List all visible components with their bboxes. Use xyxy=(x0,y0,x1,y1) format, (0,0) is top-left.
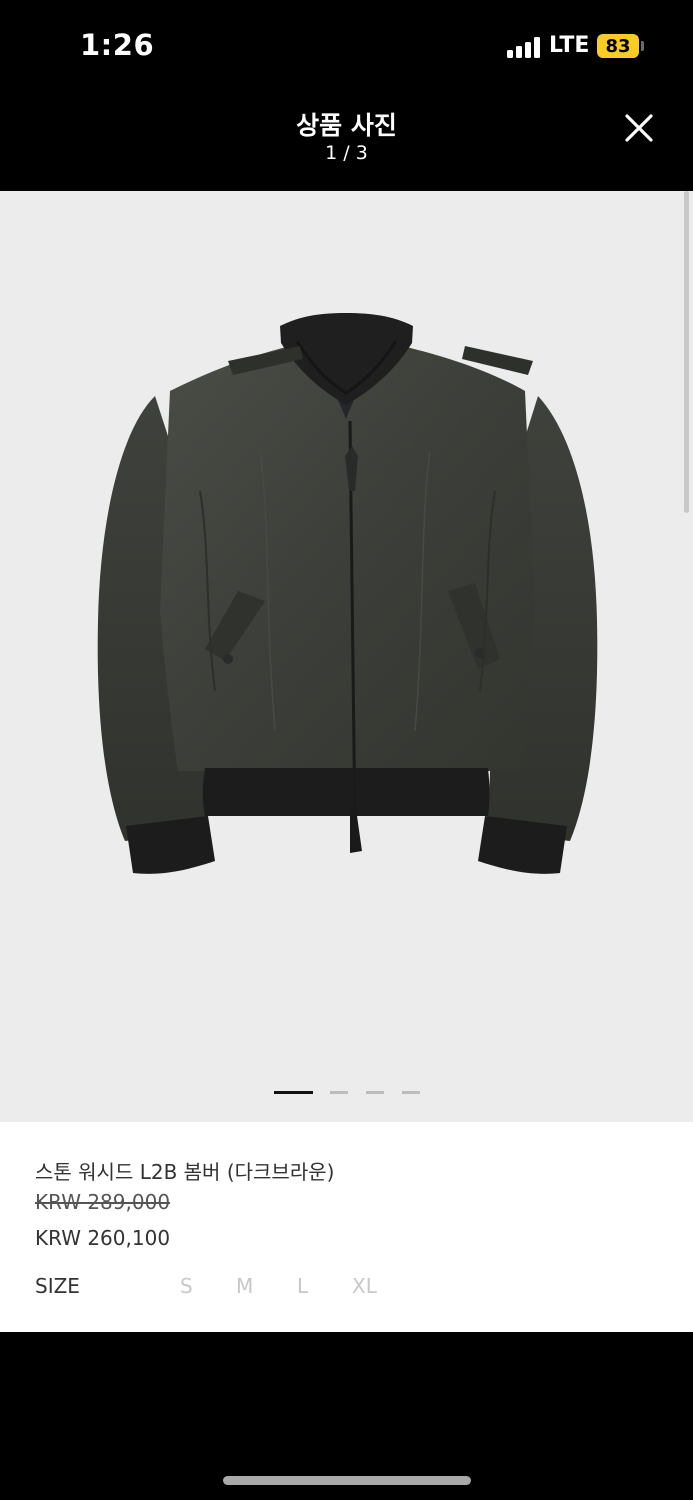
product-photo xyxy=(97,313,598,874)
product-photo-gallery[interactable] xyxy=(0,191,693,1122)
close-button[interactable] xyxy=(620,109,658,147)
status-time: 1:26 xyxy=(80,28,155,62)
product-name: 스톤 워시드 L2B 봄버 (다크브라운) xyxy=(35,1160,335,1184)
size-option-s[interactable]: S xyxy=(180,1274,193,1298)
battery-tip xyxy=(641,41,644,51)
page-indicator-1[interactable] xyxy=(274,1091,313,1094)
page-indicator-4[interactable] xyxy=(402,1091,420,1094)
original-price: KRW 289,000 xyxy=(35,1190,171,1214)
scrollbar-thumb[interactable] xyxy=(684,191,689,513)
size-label: SIZE xyxy=(35,1274,80,1298)
home-indicator[interactable] xyxy=(223,1476,471,1485)
close-icon xyxy=(625,114,653,142)
sale-price: KRW 260,100 xyxy=(35,1226,171,1250)
size-option-xl[interactable]: XL xyxy=(352,1274,377,1298)
page-title: 상품 사진 xyxy=(296,111,397,140)
network-type: LTE xyxy=(549,33,590,58)
product-info-panel: 스톤 워시드 L2B 봄버 (다크브라운) KRW 289,000 KRW 26… xyxy=(0,1122,693,1332)
size-option-l[interactable]: L xyxy=(297,1274,308,1298)
page-indicator-3[interactable] xyxy=(366,1091,384,1094)
page-indicator-2[interactable] xyxy=(330,1091,348,1094)
size-option-m[interactable]: M xyxy=(236,1274,253,1298)
photo-counter: 1 / 3 xyxy=(325,142,368,164)
battery-level: 83 xyxy=(605,35,631,57)
cellular-signal-icon xyxy=(507,36,543,58)
battery-icon: 83 xyxy=(597,34,639,58)
photo-viewer-header: 상품 사진 1 / 3 xyxy=(0,90,693,191)
status-bar: 1:26 LTE 83 xyxy=(0,0,693,90)
